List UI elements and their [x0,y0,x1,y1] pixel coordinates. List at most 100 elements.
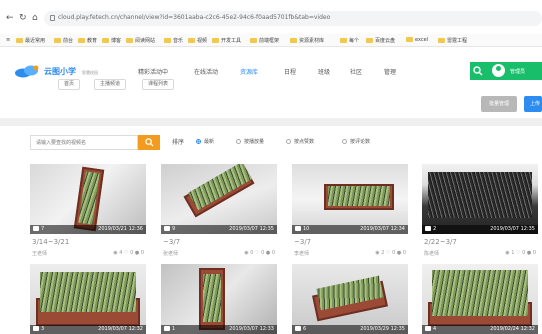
menu-item[interactable]: 精彩活动中 [138,67,168,76]
image-count: 3 [41,326,45,332]
video-card[interactable]: 6 2019/03/29 12:35 [292,264,408,334]
reload-icon[interactable]: ↻ [19,13,27,23]
sort-option[interactable]: 按点赞数 [286,138,314,145]
image-count-icon [164,226,170,231]
avatar [492,64,505,77]
card-title[interactable]: 3/14~3/21 [32,238,69,246]
subtab[interactable]: 主播频道 [94,79,127,90]
video-card[interactable]: 4 2019/02/24 12:32 [422,264,538,334]
bookmark-item[interactable]: 前台 [54,37,73,44]
video-card[interactable]: 10 2019/03/07 12:34 ~3/7 李老师 ◉ 2 ♡ 0 ● 0 [292,164,408,257]
thumbnail-info-bar: 9 2019/03/07 12:35 [161,225,277,234]
menu-item[interactable]: 班级 [318,67,330,76]
bookmark-item[interactable]: 博客 [102,37,121,44]
bookmark-item[interactable]: 资源素材库 [290,37,324,44]
upload-date: 2019/03/07 12:35 [229,226,274,232]
folder-icon [78,38,85,43]
video-card[interactable]: 2 2019/03/07 12:35 2/22~3/7 陈老师 ◉ 1 ♡ 0 … [422,164,538,257]
heart-icon: ♡ [385,250,391,256]
thumbnail-info-bar: 7 2019/03/21 12:36 [30,225,146,234]
folder-icon [406,37,413,42]
eye-icon: ◉ [113,250,118,256]
video-thumbnail[interactable]: 6 2019/03/29 12:35 [292,264,408,334]
image-count-icon [425,226,431,231]
search-input[interactable] [30,135,138,150]
user-icon [496,66,501,71]
video-thumbnail[interactable]: 1 2019/03/07 12:33 [161,264,277,334]
logo-subtitle: 智慧校园 [82,70,98,75]
bookmark-item[interactable]: 教育 [78,37,97,44]
header-search-button[interactable] [470,62,486,80]
image-count: 10 [303,226,310,232]
video-thumbnail[interactable]: 7 2019/03/21 12:36 [30,164,146,234]
bookmark-item[interactable]: 百度云盘 [366,37,395,44]
image-count-icon [425,326,431,331]
sort-option[interactable]: 最新 [196,138,214,145]
folder-icon [102,38,109,43]
video-card[interactable]: 3 2019/03/07 12:32 [30,264,146,334]
bookmark-item[interactable]: 音乐 [164,37,183,44]
folder-icon [438,38,445,43]
comment-icon: ● [134,250,140,256]
card-title[interactable]: 2/22~3/7 [424,238,457,246]
folder-icon [188,38,195,43]
upload-date: 2019/02/24 12:32 [490,326,535,332]
thumbnail-info-bar: 2 2019/03/07 12:35 [422,225,538,234]
card-author: 陈老师 [424,251,440,257]
bookmark-item[interactable]: 阅读网站 [126,37,155,44]
thumbnail-info-bar: 1 2019/03/07 12:33 [161,325,277,334]
bookmark-item[interactable]: 每个 [340,37,359,44]
bookmark-item[interactable]: 前端框架 [250,37,279,44]
back-icon[interactable]: ← [6,13,14,23]
bookmark-item[interactable]: 视频 [188,37,207,44]
video-card[interactable]: 7 2019/03/21 12:36 3/14~3/21 王老师 ◉ 4 ♡ 0… [30,164,146,257]
video-thumbnail[interactable]: 4 2019/02/24 12:32 [422,264,538,334]
eye-icon: ◉ [375,250,380,256]
comment-icon: ● [396,250,402,256]
image-count-icon [164,326,170,331]
comment-icon: ● [526,250,532,256]
home-icon[interactable]: ⌂ [32,13,38,23]
logo-icon[interactable] [14,64,42,78]
bookmark-item[interactable]: 最近常用 [16,37,45,44]
card-title[interactable]: ~3/7 [294,238,311,246]
folder-icon [16,38,23,43]
image-count-icon [33,326,39,331]
search-icon [473,66,483,76]
video-card[interactable]: 9 2019/03/07 12:35 ~3/7 张老师 ◉ 0 ♡ 0 ● 0 [161,164,277,257]
subtab[interactable]: 首页 [58,79,81,90]
bookmark-item[interactable]: 雷霆工程 [438,37,467,44]
user-menu[interactable]: 管理员 [486,62,542,80]
thumbnail-info-bar: 10 2019/03/07 12:34 [292,225,408,234]
card-title[interactable]: ~3/7 [163,238,180,246]
sort-option[interactable]: 按播放量 [236,138,264,145]
radio-icon [236,139,241,144]
card-stats: ◉ 1 ♡ 0 ● 0 [505,250,536,256]
menu-item[interactable]: 在线活动 [194,67,218,76]
bookmark-item[interactable]: excel [406,37,428,43]
menu-item[interactable]: 社区 [350,67,362,76]
folder-icon [250,38,257,43]
folder-icon [366,38,373,43]
upload-date: 2019/03/07 12:34 [360,226,405,232]
video-card[interactable]: 1 2019/03/07 12:33 [161,264,277,334]
video-thumbnail[interactable]: 3 2019/03/07 12:32 [30,264,146,334]
batch-manage-button[interactable]: 批量管理 [481,96,517,112]
address-bar[interactable]: cloud.play.fetech.cn/channel/view?id=360… [44,11,542,26]
bookmark-item[interactable]: 开发工具 [212,37,241,44]
thumbnail-info-bar: 3 2019/03/07 12:32 [30,325,146,334]
folder-icon [212,38,219,43]
sort-option[interactable]: 按评论数 [342,138,370,145]
video-thumbnail[interactable]: 9 2019/03/07 12:35 [161,164,277,234]
upload-button[interactable]: 上传 [524,96,542,112]
menu-item[interactable]: 日程 [284,67,296,76]
heart-icon: ♡ [254,250,260,256]
search-button[interactable] [138,135,160,150]
video-thumbnail[interactable]: 10 2019/03/07 12:34 [292,164,408,234]
apps-icon[interactable]: ≡ [6,37,10,43]
radio-selected-icon [196,139,201,144]
menu-item[interactable]: 管理 [384,67,396,76]
video-thumbnail[interactable]: 2 2019/03/07 12:35 [422,164,538,234]
subtab[interactable]: 课程列表 [142,79,175,90]
menu-item-active[interactable]: 资源库 [240,67,258,76]
